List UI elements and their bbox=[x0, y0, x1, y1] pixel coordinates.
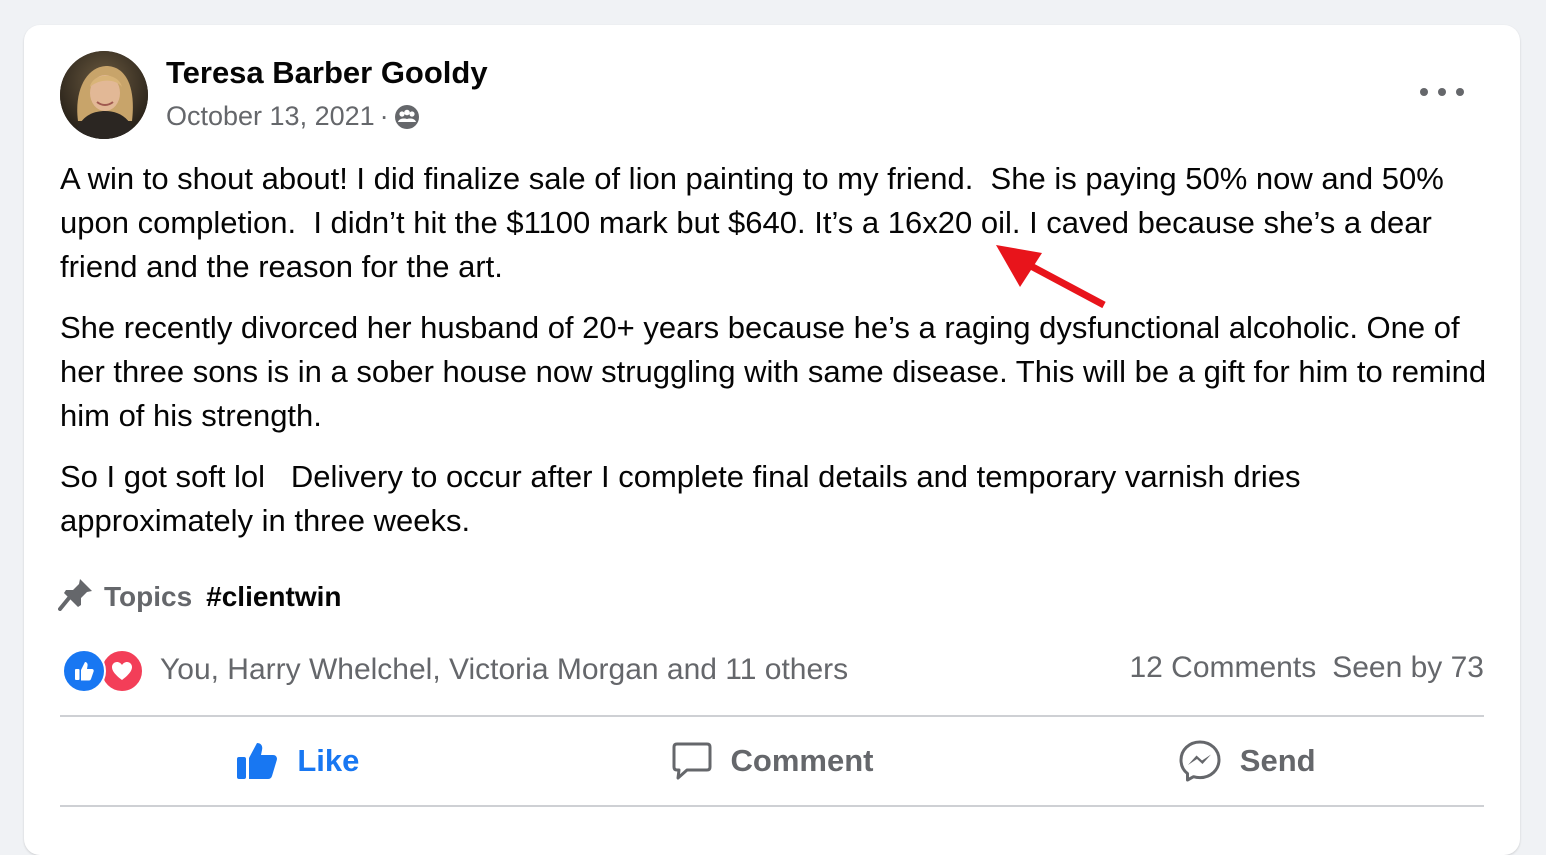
author-name[interactable]: Teresa Barber Gooldy bbox=[166, 55, 488, 91]
red-arrow-annotation bbox=[996, 245, 1106, 309]
avatar[interactable] bbox=[60, 51, 148, 139]
like-label: Like bbox=[297, 743, 360, 778]
comment-icon bbox=[672, 742, 712, 780]
send-button[interactable]: Send bbox=[1009, 717, 1484, 805]
action-bar: Like Comment Send bbox=[60, 717, 1484, 805]
group-audience-icon[interactable] bbox=[394, 104, 420, 130]
pin-icon bbox=[58, 575, 96, 618]
post-counts: 12 Comments Seen by 73 bbox=[1113, 651, 1484, 685]
topic-tag[interactable]: #clientwin bbox=[206, 581, 341, 613]
post-paragraph: She recently divorced her husband of 20+… bbox=[60, 310, 1495, 433]
reactions-text[interactable]: You, Harry Whelchel, Victoria Morgan and… bbox=[160, 653, 848, 687]
like-button[interactable]: Like bbox=[60, 717, 535, 805]
thumbs-up-icon bbox=[237, 743, 278, 779]
post-paragraph: So I got soft lol Delivery to occur afte… bbox=[60, 459, 1310, 538]
reaction-icons bbox=[62, 649, 144, 693]
post-date[interactable]: October 13, 2021 bbox=[166, 101, 375, 132]
topics-row: Topics #clientwin bbox=[58, 575, 342, 618]
love-reaction-icon bbox=[100, 649, 144, 693]
post-meta: October 13, 2021 · bbox=[166, 101, 420, 132]
reactions-summary[interactable]: You, Harry Whelchel, Victoria Morgan and… bbox=[62, 649, 848, 693]
send-label: Send bbox=[1239, 743, 1316, 778]
post-paragraph: A win to shout about! I did finalize sal… bbox=[60, 161, 1453, 284]
meta-separator: · bbox=[379, 101, 389, 131]
comment-button[interactable]: Comment bbox=[535, 717, 1010, 805]
more-options-icon[interactable] bbox=[1420, 81, 1464, 103]
comment-label: Comment bbox=[730, 743, 874, 778]
post-body: A win to shout about! I did finalize sal… bbox=[60, 157, 1500, 560]
messenger-icon bbox=[1179, 740, 1221, 782]
divider bbox=[60, 805, 1484, 807]
comments-count[interactable]: 12 Comments bbox=[1129, 651, 1316, 685]
post-card: Teresa Barber Gooldy October 13, 2021 · … bbox=[24, 25, 1520, 855]
seen-by-count[interactable]: Seen by 73 bbox=[1332, 651, 1484, 685]
like-reaction-icon bbox=[62, 649, 106, 693]
topics-label: Topics bbox=[104, 580, 193, 612]
